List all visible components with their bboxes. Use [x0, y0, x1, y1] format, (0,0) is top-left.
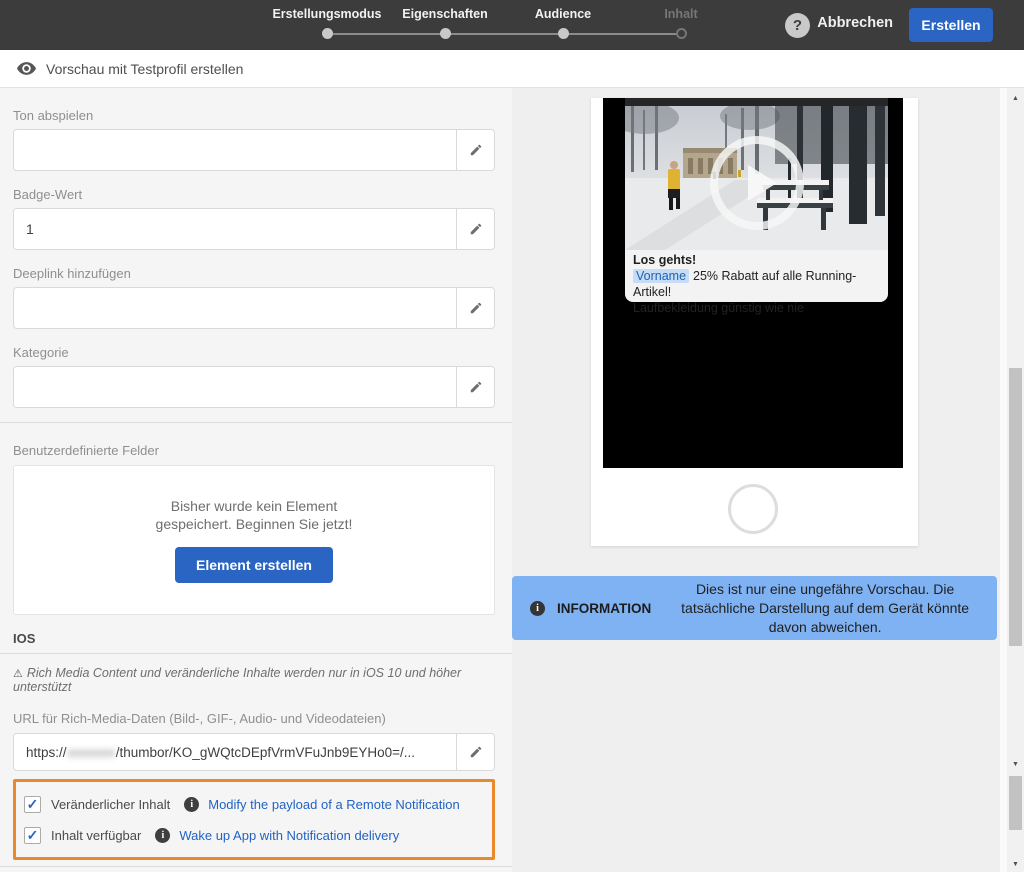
eye-icon — [17, 62, 36, 75]
phone-screen: Los gehts! Vorname 25% Rabatt auf alle Ru… — [603, 98, 903, 468]
wizard-stepper: Erstellungsmodus Eigenschaften Audience … — [268, 5, 738, 45]
preview-toolbar-label: Vorschau mit Testprofil erstellen — [46, 60, 244, 77]
sound-input[interactable] — [14, 130, 456, 170]
preview-image — [625, 106, 888, 250]
preview-toolbar: Vorschau mit Testprofil erstellen — [0, 50, 1024, 88]
step-audience[interactable]: Audience — [504, 5, 622, 39]
rich-media-url-group: https://xxxxxxx/thumbor/KO_gWQtcDEpfVrmV… — [13, 733, 495, 771]
url-suffix: /thumbor/KO_gWQtcDEpfVrmVFuJnb9EYHo0=/..… — [115, 744, 416, 760]
sound-field-group — [13, 129, 495, 171]
step-dot-icon — [675, 28, 687, 39]
info-banner-label: INFORMATION — [557, 600, 652, 616]
home-button-icon — [728, 484, 778, 534]
info-banner-text: Dies ist nur eine ungefähre Vorschau. Di… — [681, 580, 970, 635]
ios-warning: ⚠ Rich Media Content und veränderliche In… — [13, 666, 495, 694]
field-label-deeplink: Deeplink hinzufügen — [13, 266, 131, 281]
create-button[interactable]: Erstellen — [909, 8, 993, 42]
device-preview-card: Los gehts! Vorname 25% Rabatt auf alle Ru… — [591, 98, 918, 546]
pencil-icon — [470, 746, 481, 758]
screen-top-strip — [625, 98, 888, 106]
preview-pane: Los gehts! Vorname 25% Rabatt auf alle Ru… — [512, 88, 1000, 872]
play-icon — [710, 136, 804, 230]
step-label: Audience — [534, 7, 592, 21]
mutable-content-doc-link[interactable]: Modify the payload of a Remote Notificat… — [208, 797, 459, 812]
content-available-doc-link[interactable]: Wake up App with Notification delivery — [179, 828, 399, 843]
mutable-content-row: ✓ Veränderlicher Inhalt i Modify the pay… — [24, 792, 484, 816]
empty-state-text: Bisher wurde kein Element — [170, 498, 338, 514]
step-eigenschaften[interactable]: Eigenschaften — [386, 5, 504, 39]
divider — [0, 866, 512, 867]
edit-url-button[interactable] — [456, 734, 494, 770]
notification-preview: Los gehts! Vorname 25% Rabatt auf alle Ru… — [625, 250, 888, 315]
notification-body-line2: Laufbekleidung günstig wie nie — [633, 301, 804, 315]
redacted-domain: xxxxxxx — [67, 744, 115, 760]
scroll-down-icon[interactable]: ▼ — [1007, 758, 1024, 772]
content-available-checkbox[interactable]: ✓ — [24, 826, 41, 844]
badge-field-group — [13, 208, 495, 250]
info-icon[interactable]: i — [155, 827, 171, 843]
category-field-group — [13, 366, 495, 408]
step-dot-icon — [439, 28, 451, 39]
mutable-content-label: Veränderlicher Inhalt — [51, 796, 171, 812]
rich-media-url-input[interactable]: https://xxxxxxx/thumbor/KO_gWQtcDEpfVrmV… — [14, 734, 456, 770]
field-label-badge: Badge-Wert — [13, 187, 83, 202]
step-dot-icon — [321, 28, 333, 39]
step-erstellungsmodus[interactable]: Erstellungsmodus — [268, 5, 386, 39]
create-element-button[interactable]: Element erstellen — [175, 547, 333, 583]
field-label-category: Kategorie — [13, 345, 69, 360]
mutable-content-checkbox[interactable]: ✓ — [24, 795, 41, 813]
info-icon[interactable]: i — [184, 796, 200, 812]
content-available-label: Inhalt verfügbar — [51, 827, 142, 843]
app-window: Erstellungsmodus Eigenschaften Audience … — [0, 0, 1024, 872]
url-prefix: https:// — [26, 744, 67, 760]
scrollbar-thumb[interactable] — [1009, 368, 1022, 646]
content-available-row: ✓ Inhalt verfügbar i Wake up App with No… — [24, 823, 484, 847]
field-label-sound: Ton abspielen — [13, 108, 94, 123]
pencil-icon — [470, 381, 481, 393]
notification-title: Los gehts! — [633, 253, 697, 267]
ios-flags-highlight-box: ✓ Veränderlicher Inhalt i Modify the pay… — [13, 779, 495, 860]
pencil-icon — [470, 302, 481, 314]
wizard-header: Erstellungsmodus Eigenschaften Audience … — [0, 0, 1024, 50]
category-input[interactable] — [14, 367, 456, 407]
cancel-button[interactable]: Abbrechen — [817, 15, 893, 31]
notification-body-line1: Vorname 25% Rabatt auf alle Running-Artik… — [633, 268, 880, 300]
warning-icon: ⚠ — [13, 668, 23, 680]
edit-category-button[interactable] — [456, 367, 494, 407]
scrollbar-thumb[interactable] — [1009, 776, 1022, 830]
personalization-token: Vorname — [633, 269, 690, 283]
step-label: Eigenschaften — [402, 7, 488, 21]
edit-sound-button[interactable] — [456, 130, 494, 170]
check-icon: ✓ — [26, 827, 39, 843]
section-title-ios: iOS — [13, 631, 36, 646]
rich-media-url-label: URL für Rich-Media-Daten (Bild-, GIF-, A… — [13, 711, 386, 726]
empty-state-text: gespeichert. Beginnen Sie jetzt! — [155, 516, 353, 532]
step-label: Erstellungsmodus — [272, 7, 382, 21]
step-label: Inhalt — [664, 7, 698, 21]
check-icon: ✓ — [26, 796, 39, 812]
info-banner: i INFORMATION Dies ist nur eine ungefähr… — [512, 576, 997, 640]
deeplink-input[interactable] — [14, 288, 456, 328]
deeplink-field-group — [13, 287, 495, 329]
vertical-scrollbar[interactable]: ▲ ▼ ▼ — [1007, 88, 1024, 872]
edit-badge-button[interactable] — [456, 209, 494, 249]
pencil-icon — [470, 223, 481, 235]
pencil-icon — [470, 144, 481, 156]
custom-fields-empty-card: Bisher wurde kein Element gespeichert. B… — [13, 465, 495, 615]
badge-input[interactable] — [14, 209, 456, 249]
divider — [0, 653, 512, 654]
step-inhalt[interactable]: Inhalt — [622, 5, 740, 39]
divider — [0, 422, 512, 423]
content-form-pane: Ton abspielen Badge-Wert Deeplink hinzuf… — [0, 88, 512, 872]
step-dot-icon — [557, 28, 569, 39]
custom-fields-label: Benutzerdefinierte Felder — [13, 443, 159, 458]
info-icon: i — [530, 600, 545, 616]
edit-deeplink-button[interactable] — [456, 288, 494, 328]
scroll-up-icon[interactable]: ▲ — [1007, 92, 1024, 106]
help-icon[interactable]: ? — [785, 13, 810, 38]
scroll-down-icon[interactable]: ▼ — [1007, 858, 1024, 872]
pane-gap — [1000, 88, 1007, 872]
ios-warning-text: Rich Media Content und veränderliche Inh… — [13, 666, 462, 694]
